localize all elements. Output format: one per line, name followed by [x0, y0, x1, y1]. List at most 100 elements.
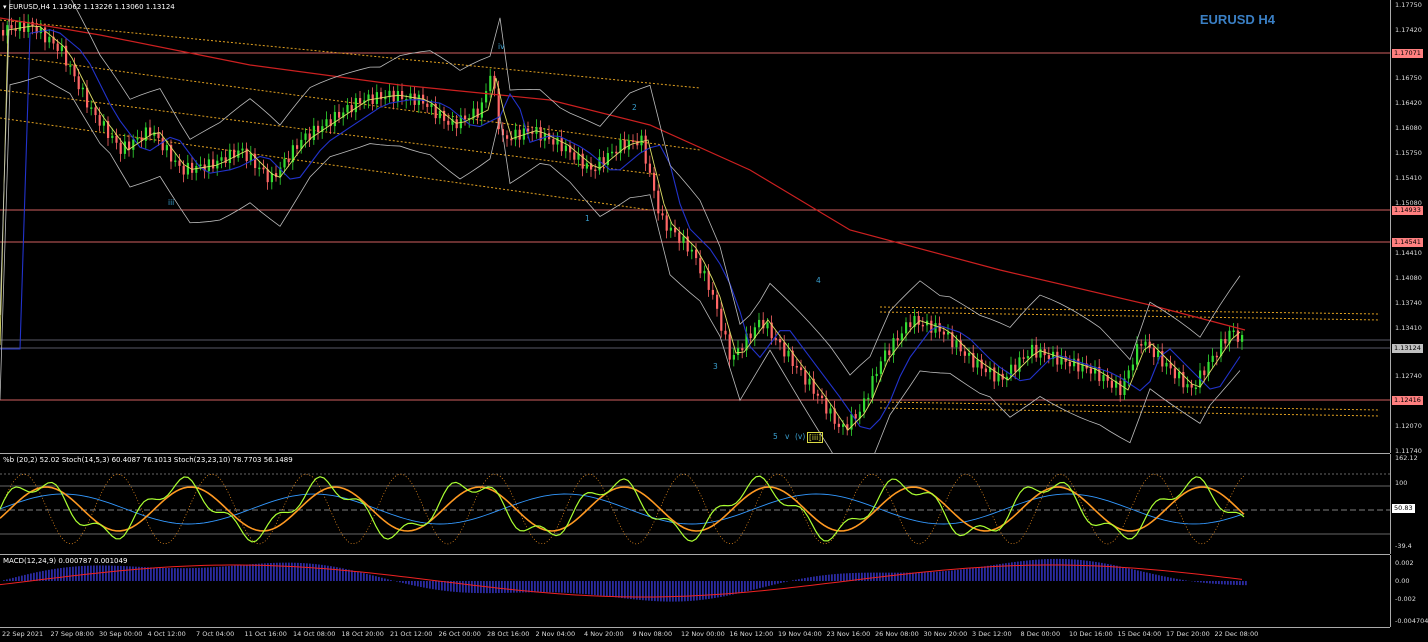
candle-body [594, 169, 597, 172]
ma-long-line [0, 17, 1246, 331]
price-label: 1.12740 [1395, 372, 1422, 380]
macd-histogram-bar [753, 581, 755, 590]
candle-body [980, 359, 983, 369]
time-label: 10 Dec 16:00 [1069, 630, 1113, 638]
macd-histogram-bar [114, 565, 116, 581]
macd-histogram-bar [528, 581, 530, 593]
macd-histogram-bar [690, 581, 692, 601]
macd-histogram-bar [405, 581, 407, 584]
candle-body [749, 333, 752, 339]
macd-histogram-bar [552, 581, 554, 593]
macd-histogram-bar [66, 567, 68, 581]
macd-histogram-bar [1209, 581, 1211, 584]
macd-histogram-bar [186, 568, 188, 581]
macd-histogram-bar [456, 581, 458, 593]
candle-body [1047, 355, 1050, 360]
candle-body [56, 43, 59, 51]
macd-histogram-bar [54, 568, 56, 581]
macd-histogram-bar [843, 573, 845, 581]
macd-histogram-bar [846, 573, 848, 581]
macd-histogram-bar [417, 581, 419, 587]
macd-histogram-bar [618, 581, 620, 598]
stochastic-axis[interactable]: 162.1210050.83-39.450.83 [1390, 454, 1428, 554]
candle-body [900, 333, 903, 341]
price-label: 1.13410 [1395, 324, 1422, 332]
macd-histogram-bar [231, 565, 233, 581]
macd-histogram-bar [303, 563, 305, 581]
candle-body [1236, 330, 1239, 342]
candle-body [195, 165, 198, 173]
macd-histogram-bar [1167, 577, 1169, 581]
macd-histogram-bar [849, 573, 851, 581]
candle-body [917, 315, 920, 325]
macd-histogram-bar [201, 567, 203, 581]
macd-pane[interactable]: MACD(12,24,9) 0.000787 0.001049 [0, 555, 1390, 628]
macd-histogram-bar [1044, 559, 1046, 581]
candle-body [963, 351, 966, 356]
candle-body [997, 373, 1000, 382]
macd-histogram-bar [942, 571, 944, 581]
candle-body [401, 91, 404, 100]
macd-histogram-bar [396, 581, 398, 582]
candle-body [1110, 380, 1113, 388]
candle-body [186, 162, 189, 175]
macd-histogram-bar [1062, 558, 1064, 581]
macd-histogram-bar [1137, 570, 1139, 581]
macd-histogram-bar [1212, 581, 1214, 584]
macd-histogram-bar [1155, 574, 1157, 581]
price-chart-svg[interactable] [0, 0, 1390, 453]
stochastic-pane[interactable]: %b (20,2) 52.02 Stoch(14,5,3) 60.4087 76… [0, 454, 1390, 555]
candle-body [1165, 362, 1168, 367]
macd-histogram-bar [237, 565, 239, 581]
macd-histogram-bar [1236, 581, 1238, 585]
macd-axis-label: -0.004704 [1395, 617, 1428, 625]
candle-body [640, 135, 643, 146]
candle-body [81, 87, 84, 90]
candle-body [615, 151, 618, 154]
macd-histogram-bar [780, 581, 782, 584]
candle-body [758, 319, 761, 328]
macd-histogram-bar [708, 581, 710, 599]
price-label: 1.17750 [1395, 1, 1422, 9]
macd-histogram-bar [24, 574, 26, 581]
macd-histogram-bar [162, 567, 164, 581]
candle-body [161, 138, 164, 151]
candle-body [825, 397, 828, 414]
candle-body [1022, 357, 1025, 359]
candle-body [657, 190, 660, 214]
macd-histogram-bar [867, 572, 869, 581]
stoch-axis-label: 100 [1395, 479, 1408, 487]
macd-histogram-bar [411, 581, 413, 586]
candle-body [90, 107, 93, 109]
candle-body [480, 102, 483, 118]
macd-histogram-bar [555, 581, 557, 593]
macd-histogram-bar [585, 581, 587, 595]
price-chart-pane[interactable]: ▾ EURUSD,H4 1.13062 1.13226 1.13060 1.13… [0, 0, 1390, 454]
macd-histogram-bar [84, 565, 86, 581]
macd-histogram-bar [1143, 571, 1145, 581]
macd-histogram-bar [651, 581, 653, 601]
candle-body [653, 172, 656, 191]
macd-histogram-bar [1194, 581, 1196, 582]
candle-body [359, 98, 362, 104]
macd-histogram-bar [228, 566, 230, 581]
candle-body [447, 120, 450, 125]
macd-histogram-bar [645, 581, 647, 601]
price-axis[interactable]: 1.17750 1.17420 1.16750 1.16420 1.16080 1.157… [1390, 0, 1428, 455]
macd-histogram-bar [1056, 558, 1058, 581]
candle-body [968, 353, 971, 356]
candle-body [430, 103, 433, 107]
candle-body [287, 158, 290, 163]
price-label: 1.16420 [1395, 99, 1422, 107]
macd-histogram-bar [183, 568, 185, 581]
macd-axis[interactable]: 0.002 0.00 -0.002 -0.004704 [1390, 555, 1428, 627]
macd-histogram-bar [102, 565, 104, 581]
chart-menu-icon[interactable]: ▾ [3, 3, 7, 11]
macd-histogram-bar [1023, 560, 1025, 581]
macd-histogram-bar [660, 581, 662, 602]
macd-histogram-bar [513, 581, 515, 593]
candle-body [703, 270, 706, 274]
candle-body [947, 332, 950, 335]
macd-histogram-bar [171, 568, 173, 581]
macd-histogram-bar [1020, 561, 1022, 581]
